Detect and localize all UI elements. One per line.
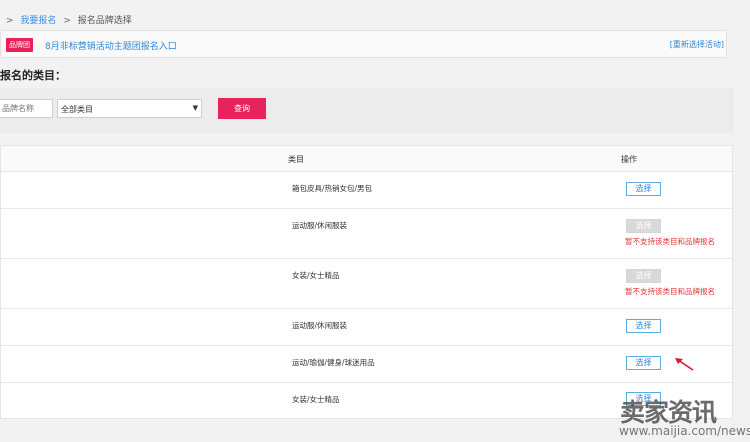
- select-button-disabled: 选择: [626, 219, 661, 233]
- unsupported-note: 暂不支持该类目和品牌报名: [625, 237, 715, 246]
- row-category: 运动服/休闲服装: [292, 221, 348, 230]
- unsupported-note: 暂不支持该类目和品牌报名: [625, 287, 715, 296]
- category-select-value: 全部类目: [61, 105, 93, 114]
- category-select[interactable]: 全部类目 ▼: [57, 99, 202, 118]
- row-category: 运动服/休闲服装: [292, 321, 348, 330]
- select-button[interactable]: 选择: [626, 182, 661, 196]
- row-category: 女装/女士精品: [292, 395, 340, 404]
- breadcrumb-current: 报名品牌选择: [77, 16, 132, 26]
- select-button[interactable]: 选择: [626, 319, 661, 333]
- chevron-down-icon: ▼: [192, 104, 198, 112]
- row-category: 运动/瑜伽/健身/球迷用品: [292, 358, 375, 367]
- header-operation: 操作: [621, 155, 637, 164]
- watermark-url: www.maijia.com/news: [619, 424, 750, 438]
- red-arrow-icon: [675, 358, 694, 371]
- breadcrumb-separator: >: [6, 16, 14, 26]
- section-title: 报名的类目：: [0, 69, 66, 82]
- row-category: 女装/女士精品: [292, 271, 340, 280]
- table-row: 运动服/休闲服装 选择: [1, 308, 732, 346]
- activity-entry-link[interactable]: 8月非标营销活动主题团报名入口: [45, 39, 177, 52]
- table-row: 运动服/休闲服装 选择 暂不支持该类目和品牌报名: [1, 208, 732, 259]
- filter-bar: 全部类目 ▼ 查询: [0, 88, 734, 133]
- brand-group-badge: 品牌团: [6, 38, 33, 52]
- category-table: 类目 操作 箱包皮具/热销女包/男包 选择 运动服/休闲服装 选择 暂不支持该类…: [0, 145, 733, 419]
- breadcrumb-separator: >: [63, 16, 71, 26]
- table-header: 类目 操作: [1, 146, 732, 172]
- query-button[interactable]: 查询: [218, 98, 266, 119]
- activity-banner: 品牌团 8月非标营销活动主题团报名入口 [重新选择活动]: [0, 30, 727, 58]
- table-row: 女装/女士精品 选择 暂不支持该类目和品牌报名: [1, 258, 732, 309]
- brand-name-input[interactable]: [0, 99, 53, 118]
- breadcrumb: > 我要报名 > 报名品牌选择: [2, 13, 132, 26]
- select-button-disabled: 选择: [626, 269, 661, 283]
- table-row: 箱包皮具/热销女包/男包 选择: [1, 171, 732, 209]
- reselect-activity-link[interactable]: [重新选择活动]: [670, 39, 724, 50]
- breadcrumb-link-signup[interactable]: 我要报名: [20, 16, 56, 26]
- header-category: 类目: [288, 155, 304, 164]
- table-row: 运动/瑜伽/健身/球迷用品 选择: [1, 345, 732, 383]
- row-category: 箱包皮具/热销女包/男包: [292, 184, 373, 193]
- select-button[interactable]: 选择: [626, 356, 661, 370]
